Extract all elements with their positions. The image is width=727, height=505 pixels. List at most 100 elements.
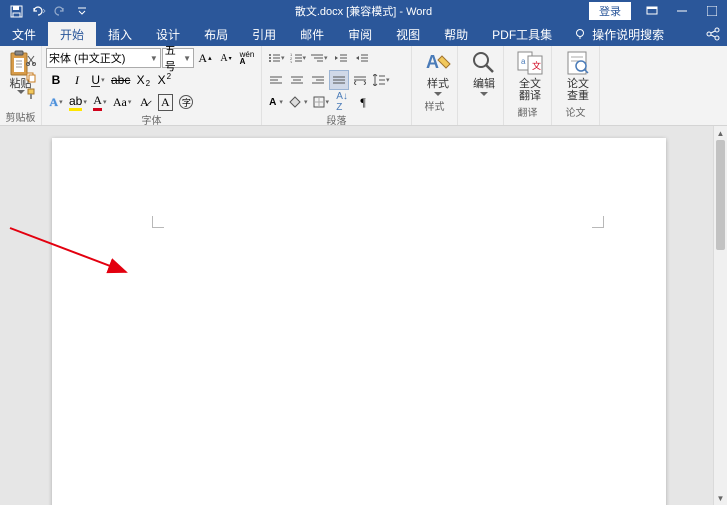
show-marks-button[interactable]: ¶ — [353, 92, 373, 112]
strikethrough-button[interactable]: abc — [109, 70, 132, 90]
titlebar: 散文.docx [兼容模式] - Word 登录 — [0, 0, 727, 22]
tab-file[interactable]: 文件 — [0, 22, 48, 46]
align-center-button[interactable] — [287, 70, 307, 90]
shrink-font-button[interactable]: A▾ — [216, 48, 236, 68]
redo-icon[interactable] — [50, 1, 70, 21]
copy-icon[interactable] — [23, 69, 39, 85]
login-button[interactable]: 登录 — [589, 2, 631, 20]
maximize-icon[interactable] — [697, 0, 727, 22]
group-label-font: 字体 — [46, 112, 257, 126]
group-styles: A 样式 样式 — [412, 46, 458, 125]
chevron-down-icon — [480, 92, 488, 96]
distributed-align-button[interactable] — [350, 70, 370, 90]
quick-access-toolbar — [0, 1, 92, 21]
translate-icon: a文 — [516, 50, 544, 76]
group-label-styles: 样式 — [416, 98, 453, 112]
group-thesis: 论文 查重 论文 — [552, 46, 600, 125]
multilevel-list-button[interactable]: ▾ — [309, 48, 330, 68]
tab-references[interactable]: 引用 — [240, 22, 288, 46]
thesis-icon — [564, 50, 592, 76]
font-name-select[interactable]: 宋体 (中文正文)▼ — [46, 48, 161, 68]
group-label-clipboard: 剪贴板 — [4, 109, 37, 123]
undo-icon[interactable] — [28, 1, 48, 21]
font-size-select[interactable]: 五号▼ — [162, 48, 194, 68]
highlight-button[interactable]: ab▾ — [67, 92, 89, 112]
group-label-editing — [462, 98, 499, 112]
tab-review[interactable]: 审阅 — [336, 22, 384, 46]
group-label-paragraph: 段落 — [266, 112, 407, 126]
tab-pdftools[interactable]: PDF工具集 — [480, 22, 564, 46]
find-icon — [471, 50, 497, 76]
font-color-button[interactable]: A▾ — [90, 92, 110, 112]
align-right-button[interactable] — [308, 70, 328, 90]
share-icon[interactable] — [699, 22, 727, 46]
tab-home[interactable]: 开始 — [48, 22, 96, 46]
svg-text:a: a — [521, 57, 526, 66]
change-case-button[interactable]: Aa▾ — [111, 92, 134, 112]
underline-button[interactable]: U▾ — [88, 70, 108, 90]
chevron-down-icon — [434, 92, 442, 96]
vertical-scrollbar[interactable]: ▲ ▼ — [713, 126, 727, 505]
tab-insert[interactable]: 插入 — [96, 22, 144, 46]
group-editing: 编辑 — [458, 46, 504, 125]
tell-me-search[interactable]: 操作说明搜索 — [564, 22, 699, 46]
document-page[interactable] — [52, 138, 666, 505]
ribbon-options-icon[interactable] — [637, 0, 667, 22]
group-label-translate: 翻译 — [508, 104, 547, 118]
margin-corner-tl — [152, 216, 164, 228]
editing-button[interactable]: 编辑 — [462, 48, 506, 98]
decrease-indent-button[interactable] — [331, 48, 351, 68]
enclose-character-button[interactable]: 字 — [176, 92, 196, 112]
document-area — [0, 126, 727, 505]
numbering-button[interactable]: 123▾ — [288, 48, 309, 68]
chevron-down-icon: ▼ — [183, 54, 191, 63]
cut-icon[interactable] — [23, 52, 39, 68]
asian-layout-button[interactable]: A▾ — [266, 92, 286, 112]
italic-button[interactable]: I — [67, 70, 87, 90]
grow-font-button[interactable]: A▴ — [195, 48, 215, 68]
bold-button[interactable]: B — [46, 70, 66, 90]
ribbon-tabs: 文件 开始 插入 设计 布局 引用 邮件 审阅 视图 帮助 PDF工具集 操作说… — [0, 22, 727, 46]
tab-view[interactable]: 视图 — [384, 22, 432, 46]
format-painter-icon[interactable] — [23, 86, 39, 102]
tab-help[interactable]: 帮助 — [432, 22, 480, 46]
borders-button[interactable]: ▾ — [311, 92, 332, 112]
align-left-button[interactable] — [266, 70, 286, 90]
phonetic-guide-button[interactable]: wénA — [237, 48, 257, 68]
increase-indent-button[interactable] — [352, 48, 372, 68]
group-translate: a文 全文 翻译 翻译 — [504, 46, 552, 125]
svg-text:3: 3 — [290, 60, 293, 63]
clear-formatting-button[interactable]: A̷ — [134, 92, 154, 112]
bullets-button[interactable]: ▾ — [266, 48, 287, 68]
margin-corner-tr — [592, 216, 604, 228]
superscript-button[interactable]: X2 — [154, 70, 174, 90]
group-clipboard: 粘贴 剪贴板 — [0, 46, 42, 125]
align-justify-button[interactable] — [329, 70, 349, 90]
qat-customize-icon[interactable] — [72, 1, 92, 21]
styles-icon: A — [424, 50, 452, 76]
subscript-button[interactable]: X2 — [133, 70, 153, 90]
text-effects-button[interactable]: A▾ — [46, 92, 66, 112]
thesis-check-button[interactable]: 论文 查重 — [556, 48, 600, 104]
shading-button[interactable]: ▾ — [287, 92, 310, 112]
save-icon[interactable] — [6, 1, 26, 21]
ribbon: 粘贴 剪贴板 宋体 (中文正文)▼ 五号▼ A▴ A▾ wénA B I U▾ — [0, 46, 727, 126]
group-label-thesis: 论文 — [556, 104, 595, 118]
scroll-thumb[interactable] — [716, 140, 725, 250]
group-paragraph: ▾ 123▾ ▾ ▾ A▾ ▾ ▾ A↓Z ¶ 段落 — [262, 46, 412, 125]
line-spacing-button[interactable]: ▾ — [371, 70, 392, 90]
minimize-icon[interactable] — [667, 0, 697, 22]
chevron-down-icon: ▼ — [150, 54, 158, 63]
sort-button[interactable]: A↓Z — [332, 92, 352, 112]
tell-me-label: 操作说明搜索 — [592, 26, 664, 43]
scroll-up-icon[interactable]: ▲ — [714, 126, 727, 140]
character-border-button[interactable]: A — [155, 92, 175, 112]
group-font: 宋体 (中文正文)▼ 五号▼ A▴ A▾ wénA B I U▾ abc X2 … — [42, 46, 262, 125]
tab-mailings[interactable]: 邮件 — [288, 22, 336, 46]
svg-text:A: A — [426, 52, 439, 72]
tab-layout[interactable]: 布局 — [192, 22, 240, 46]
scroll-down-icon[interactable]: ▼ — [714, 491, 727, 505]
full-translate-button[interactable]: a文 全文 翻译 — [508, 48, 552, 104]
styles-button[interactable]: A 样式 — [416, 48, 460, 98]
lightbulb-icon — [574, 28, 586, 40]
